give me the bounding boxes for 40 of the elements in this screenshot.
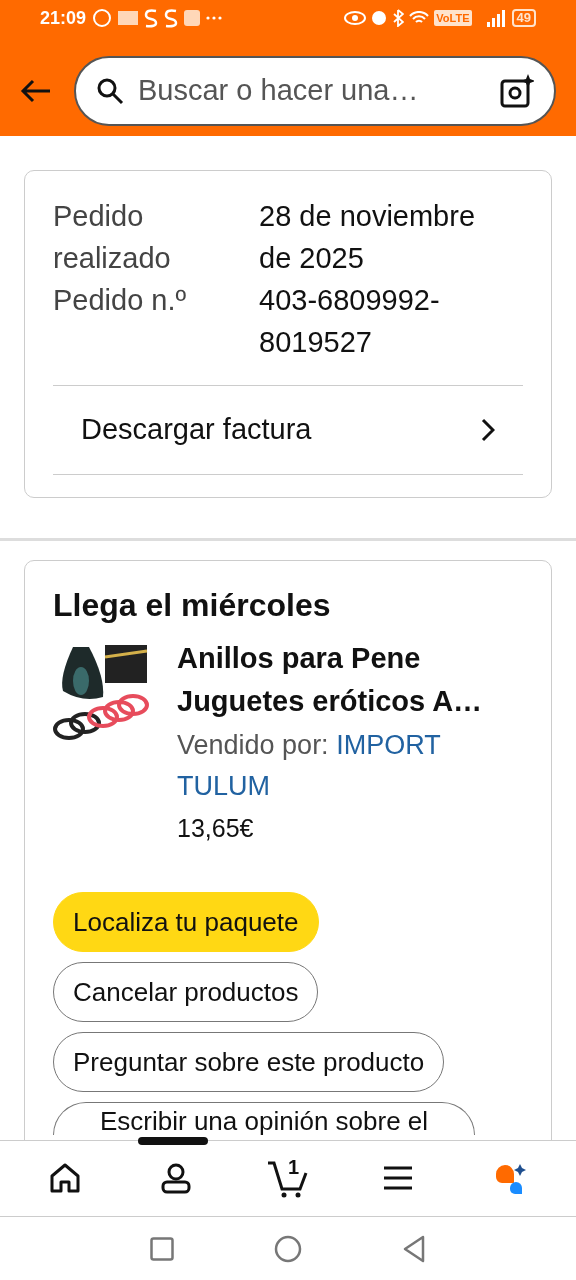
chat-app-icon	[92, 8, 113, 28]
search-bar[interactable]: Buscar o hacer una…	[74, 56, 556, 126]
bluetooth-icon	[392, 9, 405, 27]
field-value: 28 de noviembre de 2025	[259, 199, 477, 276]
battery-indicator: 49	[511, 9, 536, 27]
product-price: 13,65€	[177, 813, 255, 844]
account-icon	[159, 1161, 194, 1196]
signal-icon	[486, 9, 507, 27]
field-label: Pedido n.º	[53, 283, 188, 318]
status-time: 21:09	[40, 6, 87, 30]
action-button[interactable]: Escribir una opinión sobre el	[53, 1102, 476, 1135]
back-triangle-icon[interactable]	[402, 1235, 426, 1263]
s-letter-icon	[144, 8, 159, 28]
field-value: 403-6809992-8019527	[259, 283, 441, 360]
invoice-link[interactable]: Descargar factura	[53, 386, 523, 474]
action-button[interactable]: Preguntar sobre este producto	[53, 1032, 445, 1092]
eye-icon	[344, 11, 367, 25]
camera-icon[interactable]	[500, 74, 534, 108]
search-field[interactable]: Buscar o hacer una…	[138, 69, 486, 113]
cart-count: 1	[287, 1154, 300, 1180]
back-arrow-icon[interactable]	[20, 79, 52, 103]
field-label: Pedido realizado	[53, 199, 172, 276]
action-button[interactable]: Localiza tu paquete	[53, 892, 319, 952]
product-title[interactable]: Anillos para Pene Juguetes eróticos A…	[177, 637, 523, 723]
cart-button[interactable]: 1	[257, 1153, 318, 1204]
seller-text: Vendido por: IMPORT TULUM	[177, 729, 442, 803]
more-icon	[206, 16, 223, 20]
drag-handle[interactable]	[138, 1137, 208, 1145]
s-letter-icon	[164, 8, 179, 28]
shop-app-icon	[118, 11, 139, 25]
recent-apps-icon[interactable]	[150, 1237, 174, 1261]
search-icon	[96, 77, 124, 105]
network-badge: VoLTE	[434, 10, 472, 26]
home-icon	[48, 1161, 83, 1196]
delivery-title: Llega el miércoles	[53, 586, 332, 625]
chevron-right-icon	[481, 418, 495, 442]
wifi-icon	[409, 11, 430, 25]
home-circle-icon[interactable]	[274, 1235, 302, 1263]
badge-app-icon	[184, 10, 201, 26]
action-button[interactable]: Cancelar productos	[53, 962, 319, 1022]
